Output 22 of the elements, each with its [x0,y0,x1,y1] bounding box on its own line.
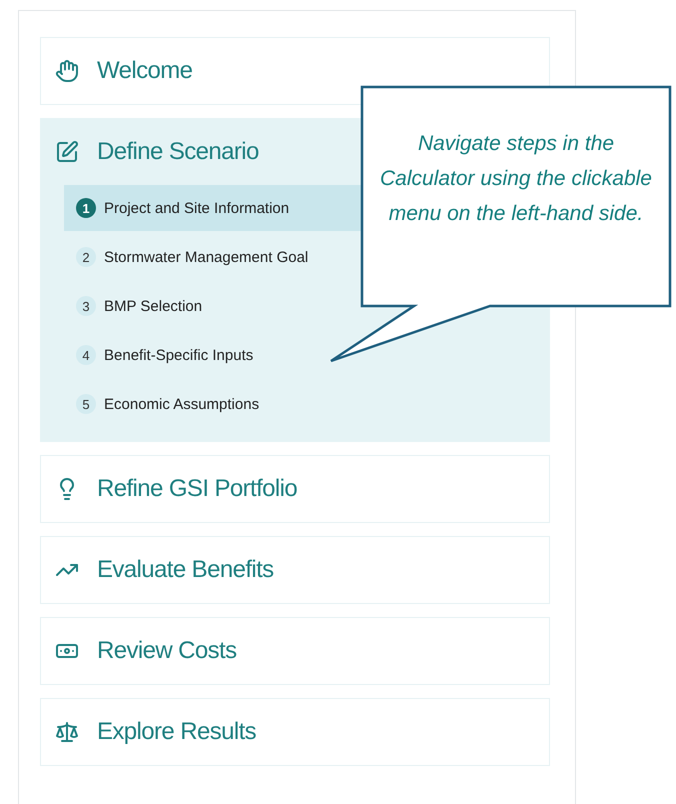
section-header[interactable]: Explore Results [41,699,549,765]
step-number: 3 [76,296,96,316]
step-number: 4 [76,345,96,365]
section-header[interactable]: Welcome [41,38,549,104]
step-number: 5 [76,394,96,414]
step-label: Stormwater Management Goal [104,248,308,266]
step-label: Benefit-Specific Inputs [104,346,254,364]
section-header[interactable]: Refine GSI Portfolio [41,456,549,522]
step-label: BMP Selection [104,298,202,314]
pencil-square-icon [55,140,79,164]
section-header[interactable]: Evaluate Benefits [41,537,549,603]
hand-icon [55,59,79,83]
step-item[interactable]: 5 Economic Assumptions [64,381,549,427]
step-label: Project and Site Information [104,200,290,216]
step-label: Economic Assumptions [104,396,260,412]
step-item[interactable]: 2 Stormwater Management Goal [64,234,549,280]
section-header[interactable]: Review Costs [41,618,549,684]
step-item[interactable]: 4 Benefit-Specific Inputs [64,332,549,378]
step-item[interactable]: 3 BMP Selection [64,283,549,329]
scale-icon [55,720,79,744]
step-number: 1 [76,198,96,218]
step-number: 2 [76,247,96,267]
